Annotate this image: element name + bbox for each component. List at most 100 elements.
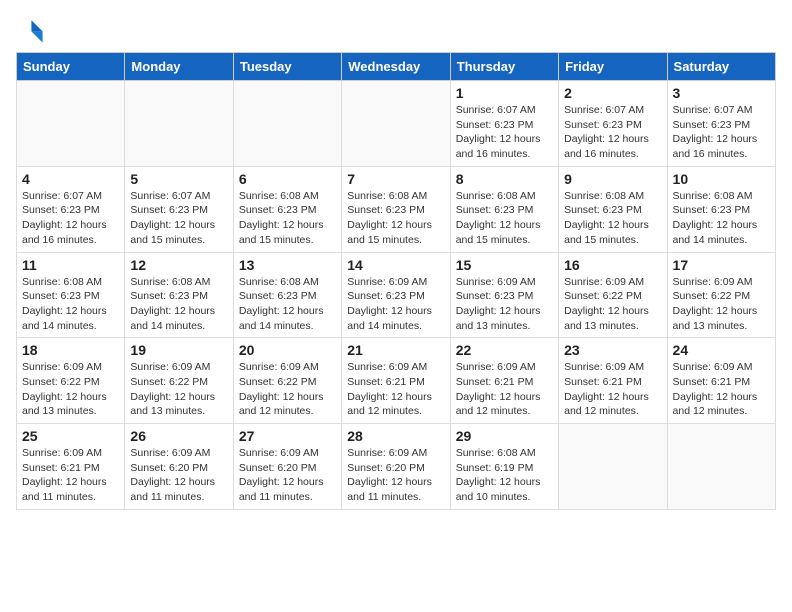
day-number: 9 — [564, 171, 661, 187]
calendar-cell — [233, 81, 341, 167]
day-info: Sunrise: 6:08 AM Sunset: 6:23 PM Dayligh… — [130, 275, 227, 334]
col-header-wednesday: Wednesday — [342, 53, 450, 81]
col-header-friday: Friday — [559, 53, 667, 81]
calendar-cell: 25 Sunrise: 6:09 AM Sunset: 6:21 PM Dayli… — [17, 424, 125, 510]
day-info: Sunrise: 6:09 AM Sunset: 6:23 PM Dayligh… — [347, 275, 444, 334]
day-number: 24 — [673, 342, 770, 358]
day-number: 11 — [22, 257, 119, 273]
calendar-cell: 1Sunrise: 6:07 AM Sunset: 6:23 PM Daylig… — [450, 81, 558, 167]
day-info: Sunrise: 6:07 AM Sunset: 6:23 PM Dayligh… — [22, 189, 119, 248]
calendar-cell: 22Sunrise: 6:09 AM Sunset: 6:21 PM Dayli… — [450, 338, 558, 424]
day-info: Sunrise: 6:09 AM Sunset: 6:20 PM Dayligh… — [130, 446, 227, 505]
day-number: 25 — [22, 428, 119, 444]
day-number: 29 — [456, 428, 553, 444]
day-number: 21 — [347, 342, 444, 358]
day-number: 12 — [130, 257, 227, 273]
logo — [16, 16, 48, 44]
calendar-cell: 17 Sunrise: 6:09 AM Sunset: 6:22 PM Dayli… — [667, 252, 775, 338]
day-info: Sunrise: 6:08 AM Sunset: 6:23 PM Dayligh… — [22, 275, 119, 334]
day-info: Sunrise: 6:08 AM Sunset: 6:19 PM Dayligh… — [456, 446, 553, 505]
day-number: 22 — [456, 342, 553, 358]
calendar-week-row: 11 Sunrise: 6:08 AM Sunset: 6:23 PM Dayli… — [17, 252, 776, 338]
logo-icon — [16, 16, 44, 44]
day-number: 23 — [564, 342, 661, 358]
calendar-cell — [559, 424, 667, 510]
calendar-cell: 23 Sunrise: 6:09 AM Sunset: 6:21 PM Dayli… — [559, 338, 667, 424]
day-info: Sunrise: 6:09 AM Sunset: 6:21 PM Dayligh… — [673, 360, 770, 419]
day-number: 8 — [456, 171, 553, 187]
day-info: Sunrise: 6:09 AM Sunset: 6:23 PM Dayligh… — [456, 275, 553, 334]
day-info: Sunrise: 6:08 AM Sunset: 6:23 PM Dayligh… — [564, 189, 661, 248]
calendar-cell: 15 Sunrise: 6:09 AM Sunset: 6:23 PM Dayli… — [450, 252, 558, 338]
day-info: Sunrise: 6:09 AM Sunset: 6:22 PM Dayligh… — [239, 360, 336, 419]
calendar-cell: 21 Sunrise: 6:09 AM Sunset: 6:21 PM Dayli… — [342, 338, 450, 424]
calendar-cell: 20 Sunrise: 6:09 AM Sunset: 6:22 PM Dayli… — [233, 338, 341, 424]
calendar-cell: 29 Sunrise: 6:08 AM Sunset: 6:19 PM Dayli… — [450, 424, 558, 510]
day-info: Sunrise: 6:07 AM Sunset: 6:23 PM Dayligh… — [564, 103, 661, 162]
calendar-cell: 27Sunrise: 6:09 AM Sunset: 6:20 PM Dayli… — [233, 424, 341, 510]
day-info: Sunrise: 6:08 AM Sunset: 6:23 PM Dayligh… — [239, 275, 336, 334]
calendar: SundayMondayTuesdayWednesdayThursdayFrid… — [16, 52, 776, 510]
day-info: Sunrise: 6:09 AM Sunset: 6:22 PM Dayligh… — [564, 275, 661, 334]
day-number: 28 — [347, 428, 444, 444]
calendar-cell: 26 Sunrise: 6:09 AM Sunset: 6:20 PM Dayli… — [125, 424, 233, 510]
col-header-saturday: Saturday — [667, 53, 775, 81]
calendar-cell: 12 Sunrise: 6:08 AM Sunset: 6:23 PM Dayli… — [125, 252, 233, 338]
day-number: 26 — [130, 428, 227, 444]
day-info: Sunrise: 6:09 AM Sunset: 6:21 PM Dayligh… — [347, 360, 444, 419]
day-info: Sunrise: 6:07 AM Sunset: 6:23 PM Dayligh… — [673, 103, 770, 162]
calendar-cell: 16 Sunrise: 6:09 AM Sunset: 6:22 PM Dayli… — [559, 252, 667, 338]
calendar-week-row: 25 Sunrise: 6:09 AM Sunset: 6:21 PM Dayli… — [17, 424, 776, 510]
col-header-tuesday: Tuesday — [233, 53, 341, 81]
day-info: Sunrise: 6:09 AM Sunset: 6:22 PM Dayligh… — [673, 275, 770, 334]
col-header-sunday: Sunday — [17, 53, 125, 81]
calendar-week-row: 1 Sunrise: 6:07 AM Sunset: 6:23 PM Daylig… — [17, 81, 776, 167]
calendar-cell: 4Sunrise: 6:07 AM Sunset: 6:23 PM Daylig… — [17, 166, 125, 252]
day-number: 19 — [130, 342, 227, 358]
calendar-cell: 24 Sunrise: 6:09 AM Sunset: 6:21 PM Dayli… — [667, 338, 775, 424]
day-info: Sunrise: 6:09 AM Sunset: 6:21 PM Dayligh… — [22, 446, 119, 505]
calendar-cell: 19Sunrise: 6:09 AM Sunset: 6:22 PM Dayli… — [125, 338, 233, 424]
calendar-cell: 18 Sunrise: 6:09 AM Sunset: 6:22 PM Dayli… — [17, 338, 125, 424]
day-number: 7 — [347, 171, 444, 187]
day-number: 1 — [456, 85, 553, 101]
calendar-cell: 8Sunrise: 6:08 AM Sunset: 6:23 PM Daylig… — [450, 166, 558, 252]
calendar-cell: 2 Sunrise: 6:07 AM Sunset: 6:23 PM Daylig… — [559, 81, 667, 167]
day-number: 20 — [239, 342, 336, 358]
calendar-cell: 5 Sunrise: 6:07 AM Sunset: 6:23 PM Daylig… — [125, 166, 233, 252]
day-number: 2 — [564, 85, 661, 101]
calendar-cell — [667, 424, 775, 510]
calendar-week-row: 18 Sunrise: 6:09 AM Sunset: 6:22 PM Dayli… — [17, 338, 776, 424]
calendar-cell: 9 Sunrise: 6:08 AM Sunset: 6:23 PM Daylig… — [559, 166, 667, 252]
col-header-thursday: Thursday — [450, 53, 558, 81]
day-number: 5 — [130, 171, 227, 187]
day-number: 18 — [22, 342, 119, 358]
day-number: 6 — [239, 171, 336, 187]
day-info: Sunrise: 6:09 AM Sunset: 6:21 PM Dayligh… — [564, 360, 661, 419]
calendar-cell — [342, 81, 450, 167]
calendar-cell: 28 Sunrise: 6:09 AM Sunset: 6:20 PM Dayli… — [342, 424, 450, 510]
day-info: Sunrise: 6:08 AM Sunset: 6:23 PM Dayligh… — [673, 189, 770, 248]
calendar-cell: 3 Sunrise: 6:07 AM Sunset: 6:23 PM Daylig… — [667, 81, 775, 167]
calendar-week-row: 4Sunrise: 6:07 AM Sunset: 6:23 PM Daylig… — [17, 166, 776, 252]
day-number: 17 — [673, 257, 770, 273]
day-info: Sunrise: 6:09 AM Sunset: 6:20 PM Dayligh… — [239, 446, 336, 505]
col-header-monday: Monday — [125, 53, 233, 81]
day-info: Sunrise: 6:08 AM Sunset: 6:23 PM Dayligh… — [347, 189, 444, 248]
day-number: 3 — [673, 85, 770, 101]
day-info: Sunrise: 6:07 AM Sunset: 6:23 PM Dayligh… — [130, 189, 227, 248]
day-info: Sunrise: 6:08 AM Sunset: 6:23 PM Dayligh… — [239, 189, 336, 248]
calendar-cell: 13 Sunrise: 6:08 AM Sunset: 6:23 PM Dayli… — [233, 252, 341, 338]
day-number: 14 — [347, 257, 444, 273]
calendar-cell — [125, 81, 233, 167]
calendar-cell: 6 Sunrise: 6:08 AM Sunset: 6:23 PM Daylig… — [233, 166, 341, 252]
day-info: Sunrise: 6:09 AM Sunset: 6:22 PM Dayligh… — [22, 360, 119, 419]
calendar-cell: 11 Sunrise: 6:08 AM Sunset: 6:23 PM Dayli… — [17, 252, 125, 338]
calendar-cell: 7 Sunrise: 6:08 AM Sunset: 6:23 PM Daylig… — [342, 166, 450, 252]
day-number: 16 — [564, 257, 661, 273]
day-info: Sunrise: 6:09 AM Sunset: 6:20 PM Dayligh… — [347, 446, 444, 505]
header — [16, 16, 776, 44]
calendar-cell — [17, 81, 125, 167]
day-number: 15 — [456, 257, 553, 273]
day-number: 13 — [239, 257, 336, 273]
